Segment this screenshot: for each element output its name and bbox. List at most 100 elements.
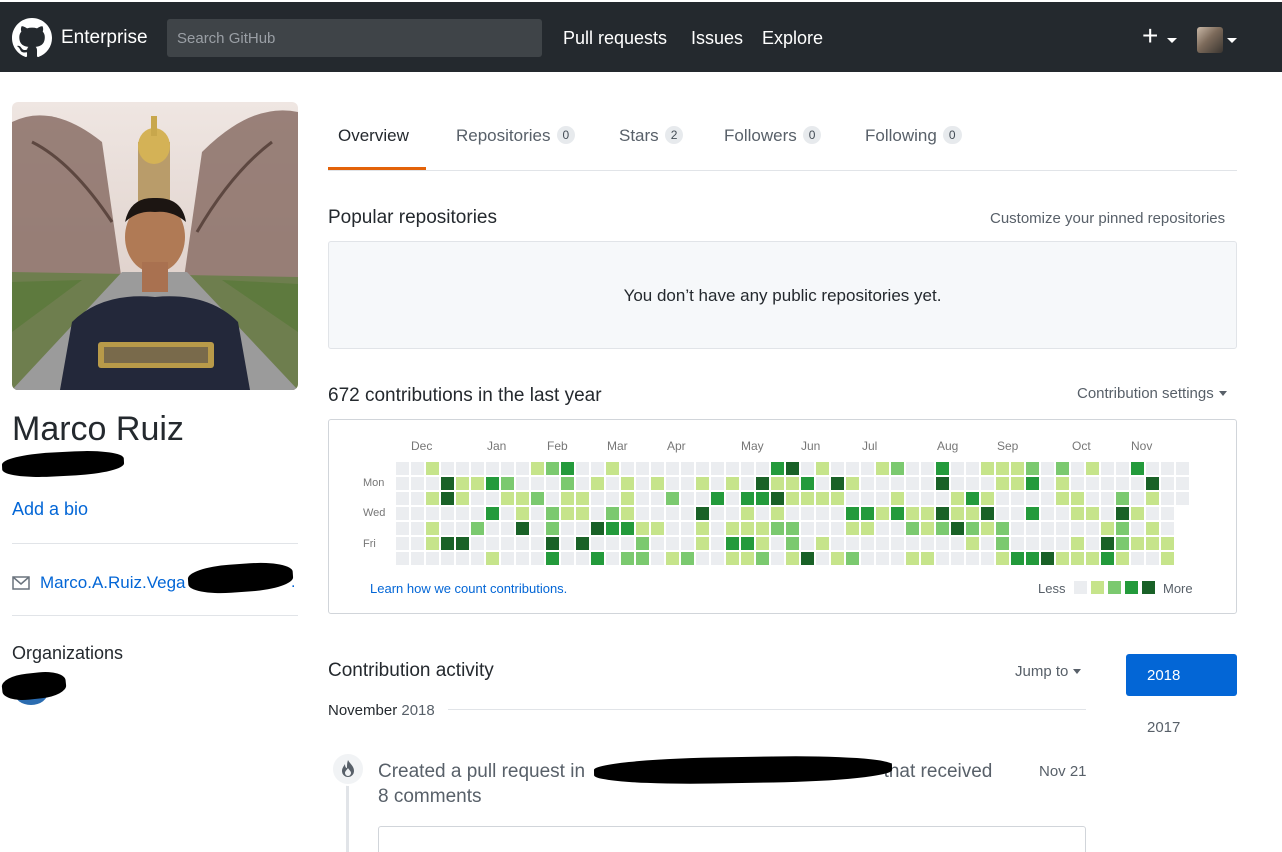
contribution-day-cell[interactable] <box>771 537 784 550</box>
contribution-day-cell[interactable] <box>756 552 769 565</box>
contribution-day-cell[interactable] <box>756 537 769 550</box>
contribution-day-cell[interactable] <box>456 477 469 490</box>
contribution-day-cell[interactable] <box>561 537 574 550</box>
contribution-day-cell[interactable] <box>711 537 724 550</box>
search-input[interactable] <box>167 19 542 57</box>
contribution-day-cell[interactable] <box>951 492 964 505</box>
contribution-day-cell[interactable] <box>471 552 484 565</box>
contribution-day-cell[interactable] <box>936 507 949 520</box>
contribution-day-cell[interactable] <box>801 492 814 505</box>
contribution-day-cell[interactable] <box>1161 462 1174 475</box>
contribution-day-cell[interactable] <box>771 492 784 505</box>
contribution-day-cell[interactable] <box>786 477 799 490</box>
contribution-day-cell[interactable] <box>621 552 634 565</box>
contribution-day-cell[interactable] <box>1041 522 1054 535</box>
contribution-day-cell[interactable] <box>1041 477 1054 490</box>
contribution-day-cell[interactable] <box>666 537 679 550</box>
contribution-day-cell[interactable] <box>1056 522 1069 535</box>
contribution-day-cell[interactable] <box>1011 492 1024 505</box>
contribution-day-cell[interactable] <box>1131 552 1144 565</box>
contribution-day-cell[interactable] <box>1101 462 1114 475</box>
contribution-day-cell[interactable] <box>1086 507 1099 520</box>
contribution-day-cell[interactable] <box>1056 507 1069 520</box>
contribution-day-cell[interactable] <box>651 507 664 520</box>
contribution-day-cell[interactable] <box>396 507 409 520</box>
contribution-day-cell[interactable] <box>801 477 814 490</box>
year-2018-button[interactable]: 2018 <box>1126 654 1237 696</box>
contribution-day-cell[interactable] <box>846 477 859 490</box>
contribution-day-cell[interactable] <box>951 552 964 565</box>
contribution-day-cell[interactable] <box>801 552 814 565</box>
contribution-day-cell[interactable] <box>396 522 409 535</box>
contribution-day-cell[interactable] <box>696 522 709 535</box>
contribution-day-cell[interactable] <box>771 552 784 565</box>
brand-label[interactable]: Enterprise <box>61 27 148 49</box>
contribution-day-cell[interactable] <box>846 492 859 505</box>
contribution-day-cell[interactable] <box>876 492 889 505</box>
contribution-day-cell[interactable] <box>621 462 634 475</box>
contribution-day-cell[interactable] <box>1131 492 1144 505</box>
profile-avatar[interactable] <box>12 102 298 390</box>
contribution-day-cell[interactable] <box>516 537 529 550</box>
contribution-day-cell[interactable] <box>471 537 484 550</box>
contribution-day-cell[interactable] <box>441 477 454 490</box>
contribution-day-cell[interactable] <box>441 522 454 535</box>
contribution-day-cell[interactable] <box>591 477 604 490</box>
contribution-day-cell[interactable] <box>876 462 889 475</box>
contribution-day-cell[interactable] <box>801 537 814 550</box>
chevron-down-icon[interactable] <box>1227 38 1237 43</box>
contribution-day-cell[interactable] <box>696 507 709 520</box>
contribution-day-cell[interactable] <box>1041 552 1054 565</box>
contribution-day-cell[interactable] <box>876 537 889 550</box>
contribution-day-cell[interactable] <box>1071 537 1084 550</box>
contribution-day-cell[interactable] <box>501 477 514 490</box>
contribution-day-cell[interactable] <box>951 522 964 535</box>
contribution-day-cell[interactable] <box>561 522 574 535</box>
contribution-day-cell[interactable] <box>996 537 1009 550</box>
contribution-day-cell[interactable] <box>651 492 664 505</box>
contribution-day-cell[interactable] <box>1116 522 1129 535</box>
contribution-day-cell[interactable] <box>921 477 934 490</box>
tab-stars[interactable]: Stars 2 <box>619 126 684 146</box>
contribution-day-cell[interactable] <box>711 552 724 565</box>
contribution-day-cell[interactable] <box>726 462 739 475</box>
contribution-day-cell[interactable] <box>756 492 769 505</box>
contribution-day-cell[interactable] <box>906 537 919 550</box>
contribution-day-cell[interactable] <box>1026 552 1039 565</box>
contribution-day-cell[interactable] <box>456 522 469 535</box>
contribution-day-cell[interactable] <box>936 537 949 550</box>
contribution-day-cell[interactable] <box>501 492 514 505</box>
contribution-day-cell[interactable] <box>1011 552 1024 565</box>
contribution-day-cell[interactable] <box>501 522 514 535</box>
contribution-day-cell[interactable] <box>966 507 979 520</box>
contribution-day-cell[interactable] <box>921 552 934 565</box>
contribution-day-cell[interactable] <box>1131 507 1144 520</box>
contribution-day-cell[interactable] <box>1101 507 1114 520</box>
contribution-day-cell[interactable] <box>1176 462 1189 475</box>
contribution-day-cell[interactable] <box>831 537 844 550</box>
contribution-day-cell[interactable] <box>861 522 874 535</box>
contribution-day-cell[interactable] <box>1011 507 1024 520</box>
add-bio-link[interactable]: Add a bio <box>12 499 88 520</box>
contribution-day-cell[interactable] <box>1071 507 1084 520</box>
contribution-day-cell[interactable] <box>741 537 754 550</box>
contribution-day-cell[interactable] <box>456 537 469 550</box>
learn-contributions-link[interactable]: Learn how we count contributions. <box>370 581 567 596</box>
contribution-day-cell[interactable] <box>486 537 499 550</box>
contribution-day-cell[interactable] <box>486 492 499 505</box>
contribution-day-cell[interactable] <box>396 462 409 475</box>
contribution-day-cell[interactable] <box>1086 492 1099 505</box>
contribution-day-cell[interactable] <box>561 492 574 505</box>
contribution-day-cell[interactable] <box>1101 552 1114 565</box>
contribution-day-cell[interactable] <box>1026 462 1039 475</box>
contribution-day-cell[interactable] <box>426 462 439 475</box>
contribution-day-cell[interactable] <box>1026 492 1039 505</box>
contribution-day-cell[interactable] <box>531 537 544 550</box>
contribution-day-cell[interactable] <box>651 462 664 475</box>
contribution-day-cell[interactable] <box>981 492 994 505</box>
contribution-day-cell[interactable] <box>831 462 844 475</box>
contribution-day-cell[interactable] <box>966 477 979 490</box>
contribution-day-cell[interactable] <box>906 492 919 505</box>
contribution-day-cell[interactable] <box>711 477 724 490</box>
contribution-day-cell[interactable] <box>621 507 634 520</box>
